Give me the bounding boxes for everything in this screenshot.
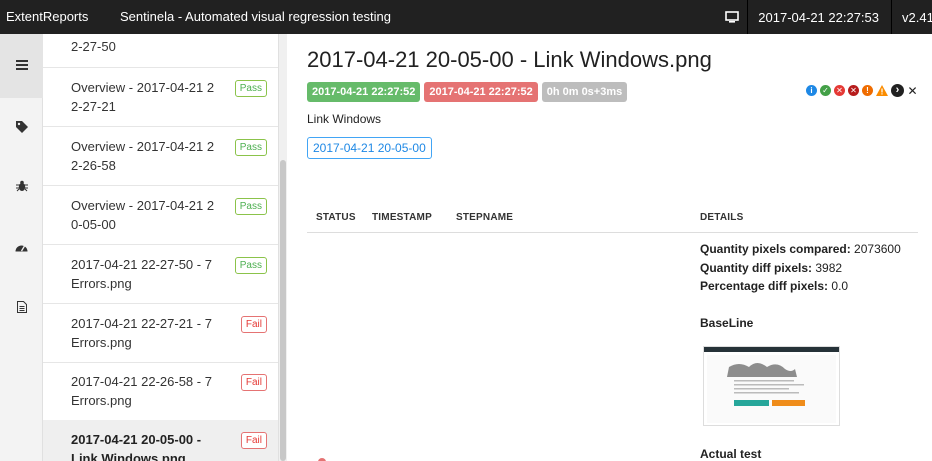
test-title: 2017-04-21 20-05-00 - Link Windows.png	[307, 47, 712, 72]
test-time-labels: 2017-04-21 22:27:52 2017-04-21 22:27:52 …	[307, 82, 628, 102]
col-timestamp: TIMESTAMP	[372, 212, 432, 223]
pass-icon[interactable]: ✓	[820, 85, 831, 96]
report-title: Sentinela - Automated visual regression …	[120, 9, 391, 24]
list-icon	[15, 57, 28, 75]
metric-value: 3982	[815, 261, 843, 275]
file-icon	[16, 300, 27, 318]
table-divider	[307, 232, 918, 233]
top-bar: ExtentReports Sentinela - Automated visu…	[0, 0, 932, 34]
col-details: DETAILS	[700, 212, 744, 223]
test-name-line: Overview - 2017-04-21 2	[71, 80, 215, 95]
test-name: 2017-04-21 22-27-21 - 7 Errors.png	[71, 314, 221, 352]
test-name-line: 2-27-21	[71, 99, 116, 114]
test-name-line: 2017-04-21 22-26-58 - 7	[71, 374, 212, 389]
skip-icon[interactable]: ›	[891, 84, 904, 97]
nav-exceptions[interactable]	[0, 168, 43, 208]
fatal-icon[interactable]: ✕	[848, 85, 859, 96]
metric-label: Quantity pixels compared:	[700, 242, 851, 256]
version-label: v2.41.	[902, 9, 932, 25]
col-stepname: STEPNAME	[456, 212, 514, 223]
test-name: Overview - 2017-04-21 2 2-26-58	[71, 137, 221, 175]
metric-label: Quantity diff pixels:	[700, 261, 813, 275]
metric-diff-pixels: Quantity diff pixels: 3982	[700, 261, 842, 275]
test-list-item[interactable]: 2017-04-21 22-27-50 - 7 Errors.png Pass	[43, 245, 278, 304]
status-badge: Fail	[240, 432, 267, 449]
test-description: Link Windows	[307, 112, 382, 126]
nav-logs[interactable]	[0, 289, 43, 329]
metric-value: 2073600	[854, 242, 901, 256]
test-name-line: Overview - 2017-04-21 2	[71, 139, 215, 154]
test-list-item-active[interactable]: 2017-04-21 20-05-00 - Link Windows.png F…	[43, 420, 278, 461]
monitor-icon[interactable]	[717, 0, 747, 34]
test-name-line: Errors.png	[71, 276, 132, 291]
brand-logo[interactable]: ExtentReports	[6, 9, 88, 24]
test-detail: 2017-04-21 20-05-00 - Link Windows.png 2…	[287, 34, 932, 461]
category-chip[interactable]: 2017-04-21 20-05-00	[307, 137, 432, 159]
metric-label: Percentage diff pixels:	[700, 279, 829, 293]
status-filter-icons: i ✓ ✕ ✕! › ✕	[806, 84, 918, 97]
nav-tests[interactable]	[0, 34, 43, 98]
error-icon[interactable]: !	[862, 85, 873, 96]
nav-rail	[0, 34, 43, 461]
test-name: 2017-04-21 22-26-58 - 7 Errors.png	[71, 372, 221, 410]
actual-test-heading: Actual test	[700, 447, 762, 461]
test-list-item[interactable]: 2017-04-21 22-26-58 - 7 Errors.png Fail	[43, 362, 278, 421]
dashboard-icon	[15, 239, 28, 257]
clear-icon[interactable]: ✕	[907, 85, 918, 97]
metric-percentage-diff: Percentage diff pixels: 0.0	[700, 279, 848, 293]
fail-icon[interactable]: ✕	[834, 85, 845, 96]
status-badge: Pass	[234, 198, 267, 215]
metric-pixels-compared: Quantity pixels compared: 2073600	[700, 242, 901, 256]
baseline-heading: BaseLine	[700, 316, 754, 330]
end-time-label: 2017-04-21 22:27:52	[424, 82, 538, 102]
test-list-item[interactable]: Overview - 2017-04-21 2 0-05-00 Pass	[43, 186, 278, 245]
test-name: 2017-04-21 20-05-00 - Link Windows.png	[71, 430, 221, 461]
test-name-line: 2017-04-21 22-27-50 - 7	[71, 257, 212, 272]
test-list: 2-27-50 Overview - 2017-04-21 2 2-27-21 …	[43, 34, 279, 461]
test-list-item[interactable]: 2017-04-21 22-27-21 - 7 Errors.png Fail	[43, 304, 278, 363]
test-name-line: 0-05-00	[71, 217, 116, 232]
bug-icon	[15, 179, 28, 197]
test-name: Overview - 2017-04-21 2 0-05-00	[71, 196, 221, 234]
test-name: 2017-04-21 22-27-50 - 7 Errors.png	[71, 255, 221, 293]
duration-label: 0h 0m 0s+3ms	[541, 82, 628, 102]
test-list-item[interactable]: Overview - 2017-04-21 2 2-26-58 Pass	[43, 127, 278, 186]
status-badge: Fail	[240, 374, 267, 391]
info-icon[interactable]: i	[806, 85, 817, 96]
test-name-line: Errors.png	[71, 335, 132, 350]
tag-icon	[15, 120, 28, 138]
warning-icon[interactable]	[876, 85, 888, 96]
test-name: Overview - 2017-04-21 2 2-27-21	[71, 78, 221, 116]
status-badge: Pass	[234, 257, 267, 274]
test-name: 2-27-50	[71, 37, 221, 56]
nav-dashboard[interactable]	[0, 228, 43, 268]
baseline-screenshot[interactable]	[703, 346, 840, 426]
test-name-line: 2-27-50	[71, 39, 116, 54]
start-time-label: 2017-04-21 22:27:52	[307, 82, 421, 102]
nav-categories[interactable]	[0, 109, 43, 149]
status-badge: Pass	[234, 139, 267, 156]
test-name-line: Overview - 2017-04-21 2	[71, 198, 215, 213]
report-timestamp: 2017-04-21 22:27:53	[758, 9, 879, 25]
test-name-line: Errors.png	[71, 393, 132, 408]
status-badge: Pass	[234, 80, 267, 97]
test-list-item[interactable]: 2-27-50	[43, 34, 278, 68]
test-name-line: 2017-04-21 20-05-00 -	[71, 432, 202, 447]
status-badge: Fail	[240, 316, 267, 333]
test-name-line: Link Windows.png	[71, 451, 186, 461]
col-status: STATUS	[316, 212, 356, 223]
list-scrollbar-thumb[interactable]	[280, 160, 286, 461]
metric-value: 0.0	[831, 279, 849, 293]
test-name-line: 2017-04-21 22-27-21 - 7	[71, 316, 212, 331]
test-list-item[interactable]: Overview - 2017-04-21 2 2-27-21 Pass	[43, 68, 278, 127]
test-name-line: 2-26-58	[71, 158, 116, 173]
